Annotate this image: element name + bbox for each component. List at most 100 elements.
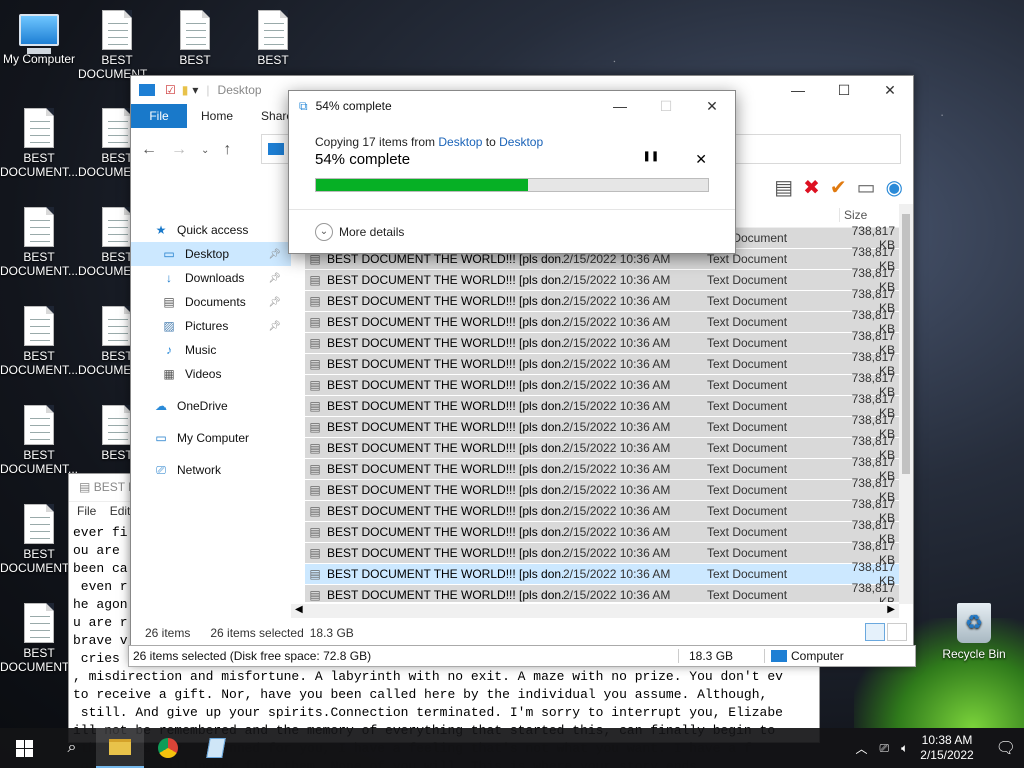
table-row[interactable]: ▤ BEST DOCUMENT THE WORLD!!! [pls don... 2… [305, 329, 899, 357]
back-icon[interactable]: ← [141, 141, 157, 159]
nav-item-videos[interactable]: ▦ Videos [131, 362, 291, 386]
properties-icon[interactable]: ☑ [165, 83, 176, 97]
desktop-icon-document[interactable]: BEST [156, 10, 234, 67]
forward-icon[interactable]: → [171, 141, 187, 159]
nav-item-documents[interactable]: ▤ Documents 📌︎ [131, 290, 291, 314]
pause-icon[interactable]: ❚❚ [643, 151, 660, 168]
dialog-minimize-button[interactable]: — [597, 98, 643, 115]
explorer-minimize-button[interactable]: — [775, 82, 821, 99]
volume-icon[interactable]: 🔈︎ [901, 741, 908, 756]
pin-icon[interactable]: 📌︎ [268, 273, 281, 284]
table-row[interactable]: ▤ BEST DOCUMENT THE WORLD!!! [pls don... 2… [305, 371, 899, 399]
network-icon[interactable]: ⎚ [879, 741, 889, 756]
desktop-icon-document[interactable]: BEST DOCUMENT... [0, 405, 78, 476]
text-document-icon: ▤ [309, 588, 321, 602]
dialog-close-button[interactable]: ✕ [689, 98, 735, 115]
file-name: BEST DOCUMENT THE WORLD!!! [pls don... [327, 378, 563, 392]
horizontal-scrollbar[interactable]: ◀ ▶ [291, 604, 899, 618]
nav-item-downloads[interactable]: ↓ Downloads 📌︎ [131, 266, 291, 290]
column-size-header[interactable]: Size [839, 207, 899, 222]
pin-icon[interactable]: 📌︎ [268, 297, 281, 308]
nav-item-desktop[interactable]: ▭ Desktop 📌︎ [131, 242, 291, 266]
ribbon-file-tab[interactable]: File [131, 104, 187, 128]
table-row[interactable]: ▤ BEST DOCUMENT THE WORLD!!! [pls don... 2… [305, 434, 899, 462]
ribbon-home-tab[interactable]: Home [187, 104, 247, 128]
table-row[interactable]: ▤ BEST DOCUMENT THE WORLD!!! [pls don... 2… [305, 413, 899, 441]
nav-item-my-computer[interactable]: ▭ My Computer [131, 426, 291, 450]
chrome-taskbar-button[interactable] [144, 728, 192, 768]
table-row[interactable]: ▤ BEST DOCUMENT THE WORLD!!! [pls don... 2… [305, 581, 899, 602]
file-date: 2/15/2022 10:36 AM [563, 252, 671, 266]
nav-item-quick-access[interactable]: ★ Quick access [131, 218, 291, 242]
rename-icon[interactable]: ▭ [857, 175, 876, 200]
pin-icon[interactable]: 📌︎ [268, 321, 281, 332]
check-icon[interactable]: ✔ [830, 175, 847, 200]
table-row[interactable]: ▤ BEST DOCUMENT THE WORLD!!! [pls don... 2… [305, 539, 899, 567]
file-explorer-taskbar-button[interactable] [96, 728, 144, 768]
globe-icon[interactable]: ◉ [886, 175, 903, 200]
search-button[interactable]: ⌕ [48, 728, 96, 768]
table-row[interactable]: ▤ BEST DOCUMENT THE WORLD!!! [pls don... 2… [305, 476, 899, 504]
desktop-icon-document[interactable]: BEST DOCUMENT... [78, 10, 156, 81]
cancel-icon[interactable]: ✕ [695, 151, 707, 168]
up-icon[interactable]: ↑ [223, 141, 231, 159]
qat-dropdown-icon[interactable]: ▾ [192, 83, 198, 97]
windows-logo-icon [15, 739, 33, 757]
notifications-icon[interactable]: 🗨︎ [996, 738, 1016, 758]
notepad-menu-edit[interactable]: Edit [110, 504, 131, 518]
file-name: BEST DOCUMENT THE WORLD!!! [pls don... [327, 462, 563, 476]
explorer-maximize-button[interactable]: ☐ [821, 82, 867, 99]
notepad-menu-file[interactable]: File [77, 504, 96, 518]
copy-progress-dialog[interactable]: ⧉ 54% complete — ☐ ✕ Copying 17 items fr… [288, 90, 736, 254]
desktop-icon-document[interactable]: BEST DOCUMENT... [0, 108, 78, 179]
start-button[interactable] [0, 728, 48, 768]
table-row[interactable]: ▤ BEST DOCUMENT THE WORLD!!! [pls don... 2… [305, 350, 899, 378]
copy-progress-bar [315, 178, 709, 192]
table-row[interactable]: ▤ BEST DOCUMENT THE WORLD!!! [pls don... 2… [305, 287, 899, 315]
text-document-icon [24, 207, 54, 247]
table-row[interactable]: ▤ BEST DOCUMENT THE WORLD!!! [pls don... 2… [305, 266, 899, 294]
vertical-scrollbar[interactable] [899, 204, 913, 604]
recent-locations-icon[interactable]: ⌄ [201, 145, 209, 156]
nav-item-onedrive[interactable]: ☁ OneDrive [131, 394, 291, 418]
new-folder-icon[interactable]: ▮ [182, 83, 189, 97]
text-document-icon: ▤ [309, 378, 321, 392]
chevron-up-icon[interactable]: ︿ [855, 740, 867, 757]
clock[interactable]: 10:38 AM 2/15/2022 [920, 733, 973, 763]
desktop-icon-document[interactable]: BEST DOCUMENT... [0, 504, 78, 575]
nav-item-network[interactable]: ⎚ Network [131, 458, 291, 482]
table-row[interactable]: ▤ BEST DOCUMENT THE WORLD!!! [pls don... 2… [305, 308, 899, 336]
table-row[interactable]: ▤ BEST DOCUMENT THE WORLD!!! [pls don... 2… [305, 392, 899, 420]
clipboard-icon[interactable]: ▤ [774, 175, 793, 200]
pin-icon[interactable]: 📌︎ [268, 249, 281, 260]
nav-item-pictures[interactable]: ▨ Pictures 📌︎ [131, 314, 291, 338]
source-link[interactable]: Desktop [438, 135, 482, 149]
desktop-icon-document[interactable]: BEST DOCUMENT... [0, 603, 78, 674]
details-view-icon[interactable] [865, 623, 885, 641]
table-row[interactable]: ▤ BEST DOCUMENT THE WORLD!!! [pls don... 2… [305, 518, 899, 546]
scroll-left-icon[interactable]: ◀ [295, 604, 303, 615]
large-icons-view-icon[interactable] [887, 623, 907, 641]
table-row[interactable]: ▤ BEST DOCUMENT THE WORLD!!! [pls don... 2… [305, 560, 899, 588]
dialog-titlebar[interactable]: ⧉ 54% complete — ☐ ✕ [289, 91, 735, 121]
desktop-icon-my-computer[interactable]: My Computer [0, 10, 78, 66]
nav-item-music[interactable]: ♪ Music [131, 338, 291, 362]
delete-icon[interactable]: ✖ [803, 175, 820, 200]
file-name: BEST DOCUMENT THE WORLD!!! [pls don... [327, 294, 563, 308]
desktop-icon-recycle-bin[interactable]: ♻ Recycle Bin [935, 603, 1013, 661]
desktop-icon-document[interactable]: BEST [234, 10, 312, 67]
table-row[interactable]: ▤ BEST DOCUMENT THE WORLD!!! [pls don... 2… [305, 455, 899, 483]
scroll-right-icon[interactable]: ▶ [887, 604, 895, 615]
desktop-icon-document[interactable]: BEST DOCUMENT... [0, 207, 78, 278]
scroll-thumb[interactable] [902, 214, 910, 474]
text-document-icon: ▤ [309, 441, 321, 455]
notepad-taskbar-button[interactable] [192, 728, 240, 768]
destination-link[interactable]: Desktop [499, 135, 543, 149]
table-row[interactable]: ▤ BEST DOCUMENT THE WORLD!!! [pls don... 2… [305, 497, 899, 525]
desktop-icon-document[interactable]: BEST DOCUMENT... [0, 306, 78, 377]
chevron-down-icon: ⌄ [315, 223, 333, 241]
more-details-button[interactable]: ⌄ More details [315, 223, 404, 241]
explorer-close-button[interactable]: ✕ [867, 82, 913, 99]
star-icon: ★ [155, 223, 167, 237]
nav-item-label: Quick access [177, 223, 249, 237]
